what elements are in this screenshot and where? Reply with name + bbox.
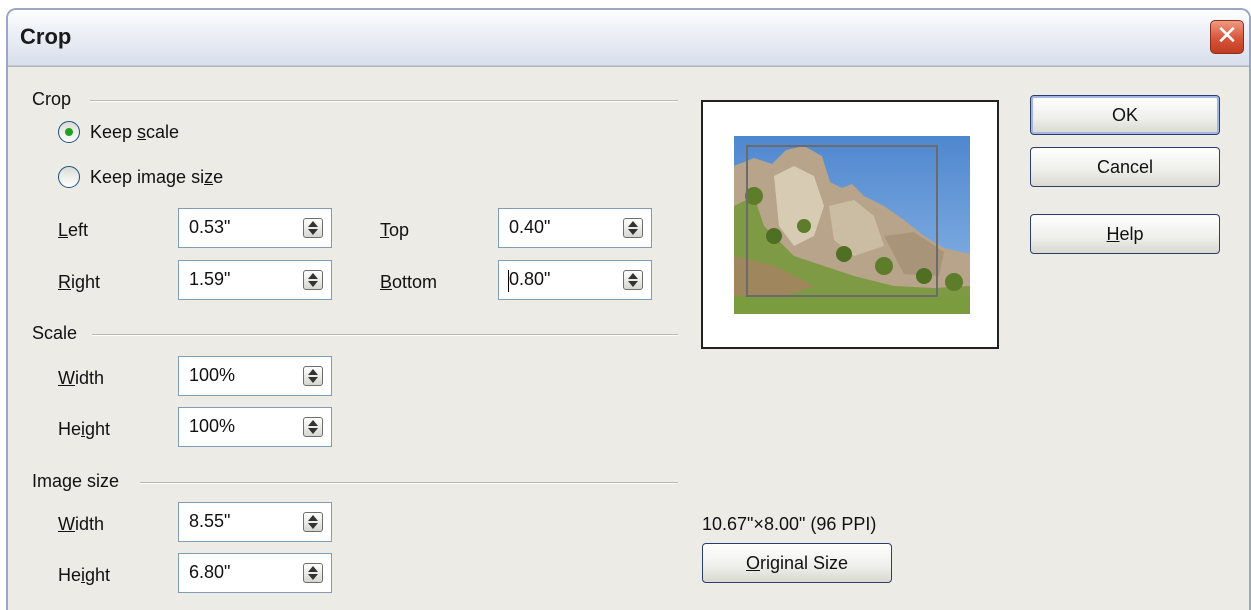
crop-right-value: 1.59" <box>189 269 231 289</box>
crop-top-field[interactable]: 0.40" <box>498 208 652 248</box>
cancel-button[interactable]: Cancel <box>1030 147 1220 187</box>
scale-height-value: 100% <box>189 416 236 436</box>
keep-scale-radio[interactable] <box>58 121 80 143</box>
image-size-section-label: Image size <box>32 471 120 491</box>
original-size-button[interactable]: Original Size <box>702 543 892 583</box>
scale-width-spinner[interactable] <box>303 366 323 386</box>
keep-scale-label[interactable]: Keep scale <box>90 122 179 143</box>
crop-section-divider <box>90 100 678 102</box>
scale-width-field[interactable]: 100% <box>178 356 332 396</box>
crop-bottom-label: Bottom <box>380 272 438 292</box>
dialog-title: Crop <box>20 24 72 49</box>
image-size-section-divider <box>140 482 678 484</box>
scale-height-spinner[interactable] <box>303 417 323 437</box>
crop-right-label: Right <box>58 272 101 292</box>
image-height-label: Height <box>58 565 111 585</box>
crop-dialog: Crop ✕ Crop Keep scale Keep image size L… <box>6 8 1251 610</box>
crop-left-label: Left <box>58 220 89 240</box>
image-width-spinner[interactable] <box>303 512 323 532</box>
crop-frame[interactable] <box>746 145 938 297</box>
crop-section-label: Crop <box>32 89 72 109</box>
preview-photo <box>734 136 970 314</box>
text-cursor <box>508 270 509 292</box>
image-width-field[interactable]: 8.55" <box>178 502 332 542</box>
help-button[interactable]: Help <box>1030 214 1220 254</box>
scale-section-label: Scale <box>32 323 78 343</box>
crop-left-spinner[interactable] <box>303 218 323 238</box>
image-width-value: 8.55" <box>189 511 231 531</box>
keep-image-size-label[interactable]: Keep image size <box>90 167 223 188</box>
image-height-spinner[interactable] <box>303 563 323 583</box>
scale-section-divider <box>92 334 678 336</box>
crop-bottom-value: 0.80" <box>509 269 551 289</box>
image-height-value: 6.80" <box>189 562 231 582</box>
scale-height-label: Height <box>58 419 111 439</box>
ok-button[interactable]: OK <box>1030 95 1220 135</box>
close-button[interactable]: ✕ <box>1210 20 1244 54</box>
scale-height-field[interactable]: 100% <box>178 407 332 447</box>
image-height-field[interactable]: 6.80" <box>178 553 332 593</box>
keep-image-size-radio[interactable] <box>58 166 80 188</box>
crop-top-label: Top <box>380 220 410 240</box>
crop-left-field[interactable]: 0.53" <box>178 208 332 248</box>
scale-width-label: Width <box>58 368 105 388</box>
scale-width-value: 100% <box>189 365 236 385</box>
crop-right-spinner[interactable] <box>303 270 323 290</box>
crop-left-value: 0.53" <box>189 217 231 237</box>
crop-bottom-field[interactable]: 0.80" <box>498 260 652 300</box>
image-width-label: Width <box>58 514 105 534</box>
crop-preview <box>701 100 999 349</box>
title-bar: Crop ✕ <box>8 10 1249 66</box>
crop-right-field[interactable]: 1.59" <box>178 260 332 300</box>
original-size-info: 10.67"×8.00" (96 PPI) <box>702 514 877 534</box>
crop-top-spinner[interactable] <box>623 218 643 238</box>
dialog-body: Crop Keep scale Keep image size Left 0.5… <box>8 66 1249 610</box>
crop-top-value: 0.40" <box>509 217 551 237</box>
crop-bottom-spinner[interactable] <box>623 270 643 290</box>
